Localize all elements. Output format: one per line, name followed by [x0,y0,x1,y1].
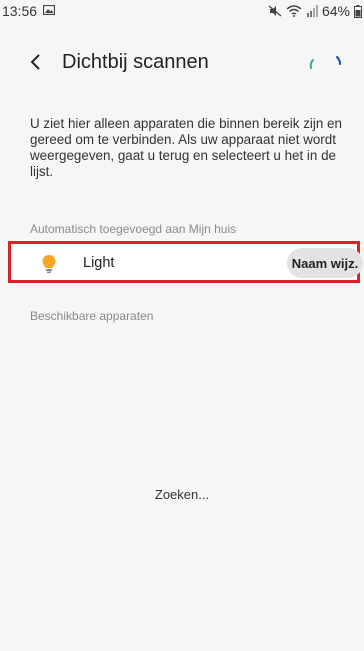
chevron-left-icon[interactable] [26,50,46,74]
device-name: Light [83,255,115,271]
page-title: Dichtbij scannen [62,51,209,73]
status-time: 13:56 [2,3,38,19]
searching-status: Zoeken... [154,487,210,502]
rename-button[interactable]: Naam wijz. [287,248,363,278]
wifi-icon [286,5,302,17]
header: Dichtbij scannen [0,44,364,84]
section-label-added: Automatisch toegevoegd aan Mijn huis [30,222,237,236]
mute-icon [268,5,282,17]
section-label-available: Beschikbare apparaten [30,309,154,323]
lightbulb-icon [42,255,56,273]
battery-icon [354,4,362,18]
signal-icon [306,5,318,17]
image-icon [43,5,55,15]
device-row-light[interactable]: Light Naam wijz. [8,241,363,283]
info-text: U ziet hier alleen apparaten die binnen … [30,116,342,179]
status-icons: 64% [268,3,362,19]
status-bar: 13:56 64% [0,0,364,22]
battery-percentage: 64% [321,3,350,19]
scanning-indicator-icon [309,56,341,69]
